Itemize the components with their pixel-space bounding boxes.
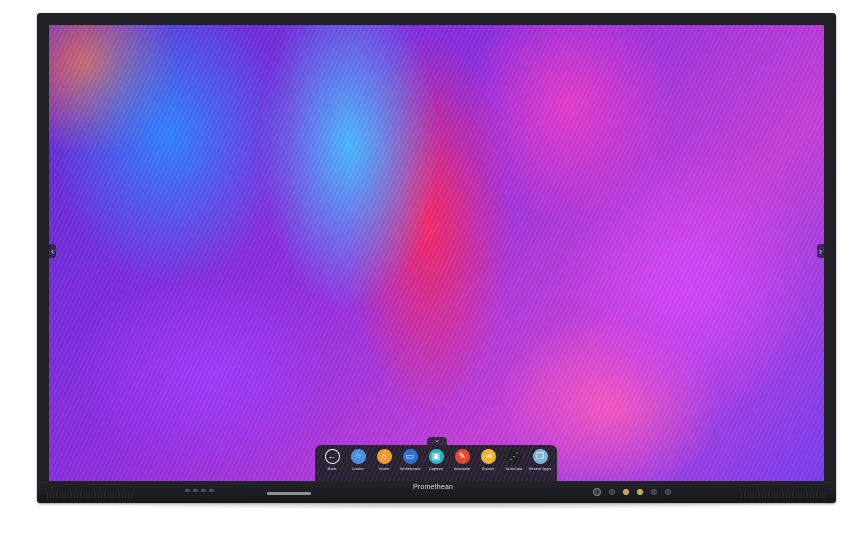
usb-port bbox=[201, 489, 206, 492]
dock-item-recent-apps[interactable]: ❐ Recent Apps bbox=[528, 449, 552, 471]
dock-item-label: Capture bbox=[428, 466, 444, 471]
indicator-led-icon bbox=[637, 489, 643, 495]
whiteboard-icon: ▭ bbox=[402, 449, 418, 464]
bottom-bezel: Promethean bbox=[37, 481, 836, 503]
unified-menu-tab[interactable]: ⌄ bbox=[427, 437, 447, 445]
scene: ‹ › ⌄ ← Back ⁘ Locker ⌂ Home ▭ Whiteboard ▣ Captu… bbox=[0, 0, 867, 554]
home-icon: ⌂ bbox=[376, 449, 392, 464]
source-input-icon: ⇥ bbox=[480, 449, 496, 464]
speaker-grille-right bbox=[741, 492, 826, 498]
unified-menu-dock: ← Back ⁘ Locker ⌂ Home ▭ Whiteboard ▣ Capture ✎ Ann… bbox=[315, 445, 557, 481]
dock-item-locker[interactable]: ⁘ Locker bbox=[346, 449, 370, 471]
speaker-grille-left bbox=[47, 492, 132, 498]
dock-item-back[interactable]: ← Back bbox=[320, 449, 344, 471]
floor-shadow bbox=[60, 503, 815, 509]
dock-item-annotate[interactable]: ✎ Annotate bbox=[450, 449, 474, 471]
hdmi-port bbox=[209, 489, 214, 492]
dock-item-label: Recent Apps bbox=[528, 466, 552, 471]
apps-locker-icon: ⁘ bbox=[350, 449, 366, 464]
dock-item-autocast[interactable]: ⋰ AutoCast bbox=[502, 449, 526, 471]
indicator-led-icon bbox=[623, 489, 629, 495]
annotate-pen-icon: ✎ bbox=[454, 449, 470, 464]
front-controls bbox=[593, 488, 671, 496]
right-menu-handle[interactable]: › bbox=[817, 244, 824, 258]
interactive-display: ‹ › ⌄ ← Back ⁘ Locker ⌂ Home ▭ Whiteboard ▣ Captu… bbox=[37, 13, 836, 503]
front-ports bbox=[185, 489, 214, 492]
dock-item-home[interactable]: ⌂ Home bbox=[372, 449, 396, 471]
dock-item-source[interactable]: ⇥ Source bbox=[476, 449, 500, 471]
brand-logo: Promethean bbox=[413, 484, 454, 491]
control-button-icon[interactable] bbox=[665, 489, 671, 495]
dock-item-label: Home bbox=[378, 466, 390, 471]
sensor-icon bbox=[609, 489, 615, 495]
dock-item-label: Whiteboard bbox=[399, 466, 421, 471]
capture-icon: ▣ bbox=[428, 449, 444, 464]
usb-port bbox=[185, 489, 190, 492]
share-cast-icon: ⋰ bbox=[506, 449, 522, 464]
dock-item-whiteboard[interactable]: ▭ Whiteboard bbox=[398, 449, 422, 471]
dock-item-label: AutoCast bbox=[505, 466, 523, 471]
control-button-icon[interactable] bbox=[651, 489, 657, 495]
dock-item-label: Annotate bbox=[453, 466, 470, 471]
display-screen: ‹ › ⌄ ← Back ⁘ Locker ⌂ Home ▭ Whiteboard ▣ Captu… bbox=[49, 25, 824, 481]
left-menu-handle[interactable]: ‹ bbox=[49, 244, 56, 258]
pen-tray-slot bbox=[267, 492, 311, 495]
dock-item-label: Locker bbox=[351, 466, 364, 471]
usb-port bbox=[193, 489, 198, 492]
dock-item-label: Back bbox=[327, 466, 337, 471]
power-button-icon[interactable] bbox=[593, 488, 601, 496]
recent-apps-icon: ❐ bbox=[532, 449, 548, 464]
dock-item-label: Source bbox=[481, 466, 495, 471]
back-arrow-icon: ← bbox=[324, 449, 340, 464]
dock-item-capture[interactable]: ▣ Capture bbox=[424, 449, 448, 471]
